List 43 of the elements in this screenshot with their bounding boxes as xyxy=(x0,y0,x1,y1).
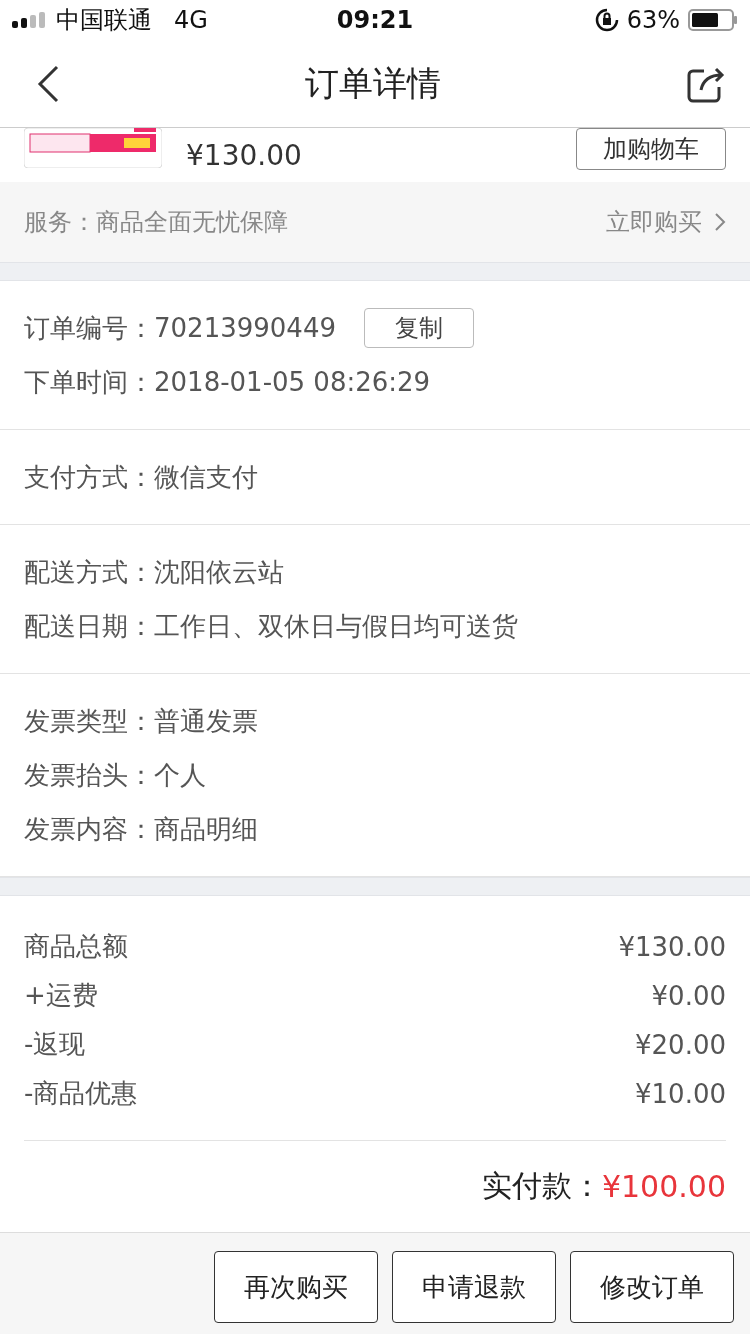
info-label: 订单编号： xyxy=(24,311,154,345)
info-label: 发票内容： xyxy=(24,812,154,846)
info-value: 微信支付 xyxy=(154,460,258,494)
info-label: 配送方式： xyxy=(24,555,154,589)
summary-label: 商品总额 xyxy=(24,930,128,963)
action-button[interactable]: 申请退款 xyxy=(392,1251,556,1323)
info-label: 发票类型： xyxy=(24,704,154,738)
carrier-name: 中国联通 xyxy=(56,5,152,36)
network-type: 4G xyxy=(174,6,208,34)
total-label: 实付款： xyxy=(481,1167,602,1205)
summary-label: +运费 xyxy=(24,979,98,1012)
add-to-cart-button[interactable]: 加购物车 xyxy=(576,128,726,170)
info-label: 支付方式： xyxy=(24,460,154,494)
info-label: 配送日期： xyxy=(24,609,154,643)
summary-label: -返现 xyxy=(24,1028,86,1061)
back-icon[interactable] xyxy=(36,63,60,104)
product-price: ¥130.00 xyxy=(186,138,303,172)
info-value: 个人 xyxy=(154,758,206,792)
service-text: 服务：商品全面无忧保障 xyxy=(24,207,288,238)
summary-amount: ¥20.00 xyxy=(635,1029,726,1060)
chevron-right-icon xyxy=(714,212,726,232)
signal-icon xyxy=(12,12,46,28)
summary-amount: ¥130.00 xyxy=(618,931,726,962)
info-value: 2018-01-05 08:26:29 xyxy=(154,367,431,397)
battery-icon xyxy=(688,9,738,31)
summary-label: -商品优惠 xyxy=(24,1077,138,1110)
info-label: 下单时间： xyxy=(24,365,154,399)
action-button[interactable]: 修改订单 xyxy=(570,1251,734,1323)
info-value: 商品明细 xyxy=(154,812,258,846)
battery-percent: 63% xyxy=(626,6,680,34)
info-value: 普通发票 xyxy=(154,704,258,738)
clock-time: 09:21 xyxy=(336,6,414,34)
info-value: 工作日、双休日与假日均可送货 xyxy=(154,609,518,643)
action-button[interactable]: 再次购买 xyxy=(214,1251,378,1323)
summary-amount: ¥0.00 xyxy=(651,980,726,1011)
page-title: 订单详情 xyxy=(305,61,441,105)
info-value: 沈阳依云站 xyxy=(154,555,284,589)
rotation-lock-icon xyxy=(594,8,619,32)
info-label: 发票抬头： xyxy=(24,758,154,792)
summary-amount: ¥10.00 xyxy=(635,1078,726,1109)
copy-button[interactable]: 复制 xyxy=(363,308,474,348)
info-value: 70213990449 xyxy=(154,313,336,343)
total-amount: ¥100.00 xyxy=(601,1169,726,1204)
